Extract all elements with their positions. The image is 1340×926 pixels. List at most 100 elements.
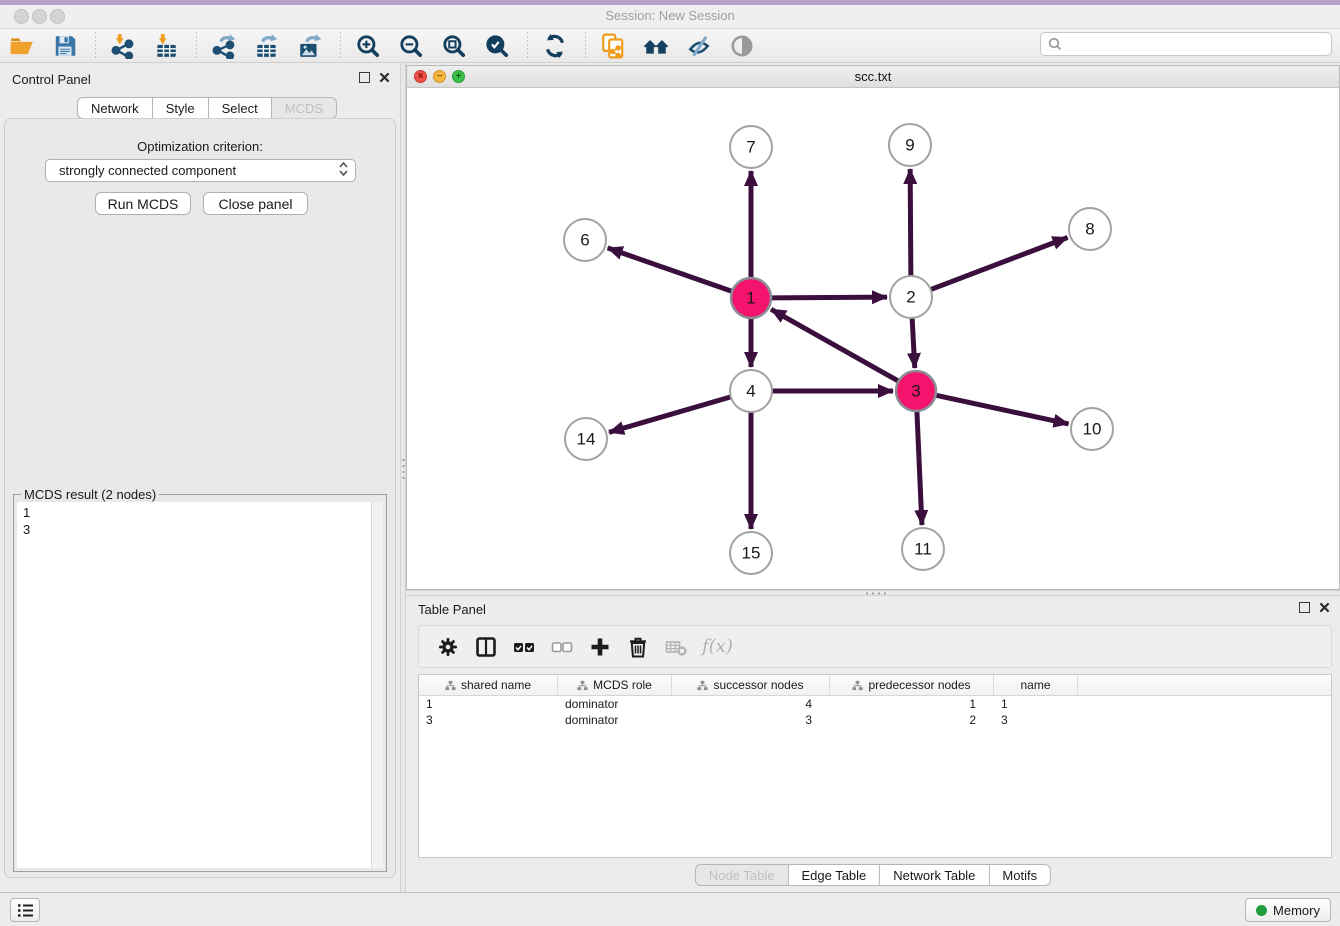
- network-window: × − + scc.txt 7 9 6 8 1 2 4 3 14 10 15 11: [406, 65, 1340, 590]
- edge-3-1[interactable]: [771, 309, 899, 381]
- tab-style[interactable]: Style: [153, 97, 209, 119]
- settings-gear-icon[interactable]: [434, 633, 462, 661]
- save-session-icon[interactable]: [50, 31, 80, 61]
- column-header-label: name: [1020, 678, 1050, 692]
- create-column-icon[interactable]: [586, 633, 614, 661]
- table-cell[interactable]: 2: [830, 712, 994, 728]
- first-neighbors-icon[interactable]: [641, 31, 671, 61]
- edge-3-11[interactable]: [917, 411, 922, 525]
- show-columns-icon[interactable]: [472, 633, 500, 661]
- tab-network[interactable]: Network: [77, 97, 153, 119]
- node-7[interactable]: 7: [730, 126, 772, 168]
- tab-motifs[interactable]: Motifs: [989, 864, 1051, 886]
- tab-node-table[interactable]: Node Table: [695, 864, 789, 886]
- node-9[interactable]: 9: [889, 124, 931, 166]
- table-cell[interactable]: 3: [419, 712, 558, 728]
- network-canvas[interactable]: 7 9 6 8 1 2 4 3 14 10 15 11: [407, 88, 1339, 589]
- toolbar-separator: [527, 32, 528, 60]
- memory-label: Memory: [1273, 903, 1320, 918]
- delete-column-icon[interactable]: [624, 633, 652, 661]
- tab-select[interactable]: Select: [209, 97, 272, 119]
- splitter-handle[interactable]: [402, 457, 405, 483]
- splitter-handle[interactable]: [864, 592, 890, 595]
- node-label: 9: [905, 136, 914, 155]
- toolbar-separator: [585, 32, 586, 60]
- memory-button[interactable]: Memory: [1245, 898, 1331, 922]
- column-header-shared-name[interactable]: shared name: [419, 675, 558, 695]
- deselect-all-icon[interactable]: [548, 633, 576, 661]
- float-panel-icon[interactable]: [359, 72, 370, 83]
- node-label: 1: [746, 289, 755, 308]
- node-15[interactable]: 15: [730, 532, 772, 574]
- node-10[interactable]: 10: [1071, 408, 1113, 450]
- table-cell[interactable]: dominator: [558, 696, 672, 712]
- edge-2-9[interactable]: [910, 169, 911, 276]
- edge-4-14[interactable]: [609, 397, 731, 432]
- select-all-icon[interactable]: [510, 633, 538, 661]
- import-network-icon[interactable]: [108, 31, 138, 61]
- edge-2-8[interactable]: [931, 238, 1068, 290]
- zoom-out-icon[interactable]: [396, 31, 426, 61]
- table-cell[interactable]: 1: [419, 696, 558, 712]
- run-mcds-button[interactable]: Run MCDS: [95, 192, 191, 215]
- refresh-icon[interactable]: [540, 31, 570, 61]
- node-2[interactable]: 2: [890, 276, 932, 318]
- zoom-in-icon[interactable]: [353, 31, 383, 61]
- zoom-selected-icon[interactable]: [482, 31, 512, 61]
- column-header-name[interactable]: name: [994, 675, 1078, 695]
- export-table-icon[interactable]: [252, 31, 282, 61]
- column-header-MCDS-role[interactable]: MCDS role: [558, 675, 672, 695]
- show-all-icon[interactable]: [727, 31, 757, 61]
- table-row[interactable]: 1dominator411: [419, 696, 1331, 712]
- import-table-icon[interactable]: [151, 31, 181, 61]
- column-header-predecessor-nodes[interactable]: predecessor nodes: [830, 675, 994, 695]
- close-panel-button[interactable]: Close panel: [203, 192, 308, 215]
- node-11[interactable]: 11: [902, 528, 944, 570]
- table-body: 1dominator4113dominator323: [419, 696, 1331, 728]
- export-network-icon[interactable]: [209, 31, 239, 61]
- node-label: 4: [746, 382, 755, 401]
- node-3[interactable]: 3: [896, 371, 936, 411]
- task-history-button[interactable]: [10, 898, 40, 922]
- close-panel-icon[interactable]: [379, 72, 390, 83]
- export-image-icon[interactable]: [295, 31, 325, 61]
- close-panel-icon[interactable]: [1319, 602, 1330, 613]
- node-label: 14: [577, 430, 596, 449]
- column-header-label: successor nodes: [713, 678, 803, 692]
- table-cell[interactable]: 3: [994, 712, 1078, 728]
- new-network-from-selection-icon[interactable]: [598, 31, 628, 61]
- mcds-result-scrollbar[interactable]: [371, 502, 383, 868]
- mcds-result-line: 3: [23, 521, 372, 538]
- network-window-titlebar[interactable]: × − + scc.txt: [407, 66, 1339, 88]
- edge-2-3[interactable]: [912, 318, 915, 368]
- node-6[interactable]: 6: [564, 219, 606, 261]
- tab-edge-table[interactable]: Edge Table: [788, 864, 880, 886]
- zoom-fit-icon[interactable]: [439, 31, 469, 61]
- tab-mcds[interactable]: MCDS: [272, 97, 337, 119]
- node-1[interactable]: 1: [731, 278, 771, 318]
- node-14[interactable]: 14: [565, 418, 607, 460]
- hide-selected-icon[interactable]: [684, 31, 714, 61]
- node-8[interactable]: 8: [1069, 208, 1111, 250]
- table-cell[interactable]: 4: [672, 696, 830, 712]
- mcds-result-textarea[interactable]: 13: [17, 502, 372, 868]
- control-panel-title: Control Panel: [12, 72, 91, 87]
- table-cell[interactable]: 3: [672, 712, 830, 728]
- table-cell[interactable]: 1: [830, 696, 994, 712]
- hierarchy-icon: [445, 680, 456, 691]
- edge-1-6[interactable]: [608, 248, 732, 291]
- search-input[interactable]: [1067, 36, 1331, 53]
- column-header-successor-nodes[interactable]: successor nodes: [672, 675, 830, 695]
- float-panel-icon[interactable]: [1299, 602, 1310, 613]
- table-cell[interactable]: 1: [994, 696, 1078, 712]
- search-field[interactable]: [1040, 32, 1332, 56]
- open-session-icon[interactable]: [7, 31, 37, 61]
- table-row[interactable]: 3dominator323: [419, 712, 1331, 728]
- edge-1-2[interactable]: [771, 297, 887, 298]
- node-4[interactable]: 4: [730, 370, 772, 412]
- table-cell[interactable]: dominator: [558, 712, 672, 728]
- edge-3-10[interactable]: [936, 395, 1069, 424]
- table-panel: Table Panel: [406, 596, 1340, 892]
- tab-network-table[interactable]: Network Table: [880, 864, 989, 886]
- optimization-criterion-dropdown[interactable]: strongly connected component: [45, 159, 356, 182]
